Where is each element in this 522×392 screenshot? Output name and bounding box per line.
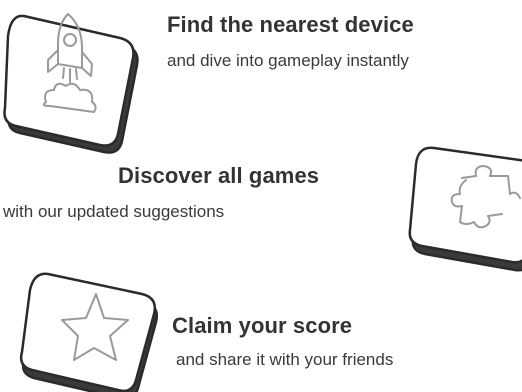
feature-3-title: Claim your score [172, 313, 353, 338]
feature-3-tile [18, 270, 164, 392]
feature-1-subtitle: and dive into gameplay instantly [167, 51, 409, 70]
feature-2-subtitle: with our updated suggestions [3, 202, 225, 221]
feature-1-title: Find the nearest device [167, 12, 414, 37]
feature-2-title: Discover all games [118, 163, 320, 188]
feature-1-tile [2, 2, 152, 154]
feature-3-subtitle: and share it with your friends [176, 350, 394, 369]
feature-2-tile [404, 142, 522, 274]
